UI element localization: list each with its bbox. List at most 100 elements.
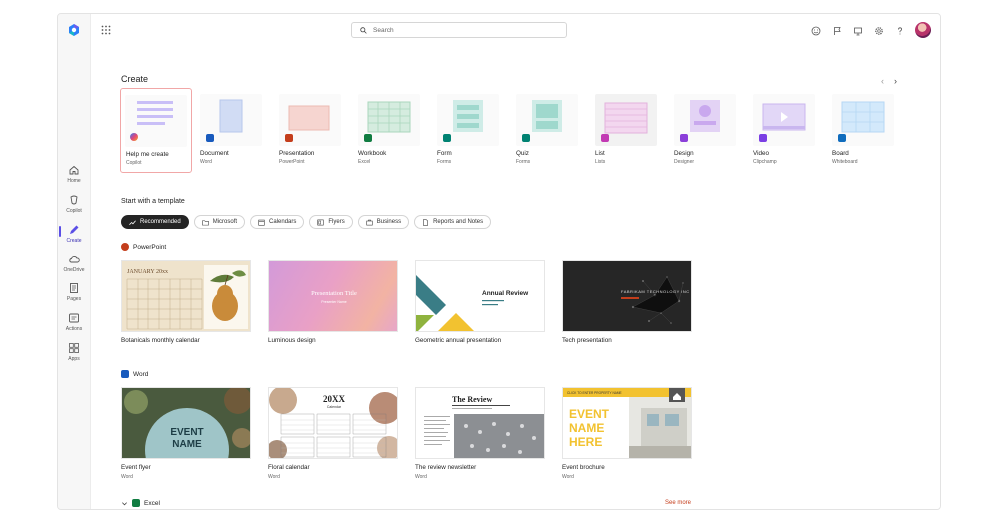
tile-name: Design bbox=[674, 150, 694, 157]
tile-presentation[interactable]: Presentation PowerPoint bbox=[279, 88, 349, 172]
tile-quiz[interactable]: Quiz Forms bbox=[516, 88, 586, 172]
filter-flyers[interactable]: Flyers bbox=[309, 215, 353, 229]
template-thumb: FABRIKAM TECHNOLOGY INC bbox=[562, 260, 692, 332]
tile-name: Help me create bbox=[126, 151, 169, 158]
feedback-smile-icon[interactable] bbox=[809, 24, 822, 37]
chevron-right-icon[interactable]: › bbox=[894, 76, 897, 86]
search-icon bbox=[360, 26, 367, 34]
flag-icon[interactable] bbox=[830, 24, 843, 37]
template-sub: Word bbox=[268, 474, 280, 480]
tile-name: Form bbox=[437, 150, 452, 157]
designer-icon bbox=[680, 134, 688, 142]
chip-label: Business bbox=[376, 219, 402, 225]
chip-label: Microsoft bbox=[212, 219, 238, 225]
app-window: Home Copilot Create OneDrive Pages Actio… bbox=[57, 13, 941, 510]
chevron-left-icon[interactable]: ‹ bbox=[881, 76, 884, 86]
group-label: Word bbox=[133, 370, 149, 378]
create-heading: Create bbox=[121, 74, 149, 84]
tile-form[interactable]: Form Forms bbox=[437, 88, 507, 172]
rail-item-copilot[interactable]: Copilot bbox=[58, 194, 90, 222]
rail-item-home[interactable]: Home bbox=[58, 164, 90, 192]
filter-microsoft[interactable]: Microsoft bbox=[193, 215, 246, 229]
template-sub: Word bbox=[121, 474, 133, 480]
template-thumb: The Review bbox=[415, 387, 545, 459]
briefcase-icon bbox=[366, 219, 373, 225]
template-filters: Recommended Microsoft Calendars Flyers B… bbox=[121, 215, 492, 229]
svg-text:Annual Review: Annual Review bbox=[482, 290, 529, 297]
search-box[interactable] bbox=[351, 22, 567, 38]
folder-icon bbox=[201, 219, 209, 225]
chip-label: Flyers bbox=[328, 219, 345, 225]
tile-design[interactable]: Design Designer bbox=[674, 88, 744, 172]
apps-icon bbox=[69, 343, 79, 353]
rail-item-actions[interactable]: Actions bbox=[58, 312, 90, 340]
filter-reports-notes[interactable]: Reports and Notes bbox=[414, 215, 492, 229]
m365-logo-icon[interactable] bbox=[67, 23, 81, 37]
chip-label: Reports and Notes bbox=[433, 219, 484, 225]
app-launcher-icon[interactable] bbox=[101, 25, 111, 35]
template-name: Event brochure bbox=[562, 464, 605, 471]
whiteboard-icon bbox=[838, 134, 846, 142]
template-geometric-annual[interactable]: Annual Review Geometric annual presentat… bbox=[415, 260, 545, 350]
tile-video[interactable]: Video Clipchamp bbox=[753, 88, 823, 172]
template-luminous-design[interactable]: Presentation Title Presenter Name Lumino… bbox=[268, 260, 398, 350]
template-name: Botanicals monthly calendar bbox=[121, 337, 200, 344]
rail-item-apps[interactable]: Apps bbox=[58, 342, 90, 370]
template-review-newsletter[interactable]: The Review The review newsletter Word bbox=[415, 387, 545, 480]
cloud-icon bbox=[69, 256, 80, 263]
tile-sub: Copilot bbox=[126, 160, 142, 166]
template-sub: Word bbox=[415, 474, 427, 480]
rail-label: Create bbox=[66, 238, 82, 244]
filter-calendars[interactable]: Calendars bbox=[250, 215, 305, 229]
group-excel[interactable]: Excel bbox=[121, 499, 160, 507]
excel-icon bbox=[132, 499, 140, 507]
template-thumb: 20XX Calendar bbox=[268, 387, 398, 459]
template-botanicals-calendar[interactable]: JANUARY 20xx Botanicals monthly calendar bbox=[121, 260, 251, 350]
tile-help-me-create[interactable]: Help me create Copilot bbox=[120, 88, 192, 173]
powerpoint-icon bbox=[121, 243, 129, 251]
templates-heading: Start with a template bbox=[121, 198, 185, 205]
template-event-brochure[interactable]: CLICK TO ENTER PROPERTY NAME EVENT NAME … bbox=[562, 387, 692, 480]
rail-label: Actions bbox=[65, 326, 83, 332]
tile-sub: Lists bbox=[595, 159, 606, 165]
flyer-icon bbox=[317, 219, 324, 225]
carousel-arrows: ‹ › bbox=[881, 76, 897, 86]
search-input[interactable] bbox=[373, 26, 553, 34]
see-more-link[interactable]: See more bbox=[665, 500, 691, 506]
rail-item-create[interactable]: Create bbox=[58, 224, 90, 252]
filter-business[interactable]: Business bbox=[357, 215, 410, 229]
template-tech-presentation[interactable]: FABRIKAM TECHNOLOGY INC Tech presentatio… bbox=[562, 260, 692, 350]
template-event-flyer[interactable]: EVENT NAME Event flyer Word bbox=[121, 387, 251, 480]
tile-name: Board bbox=[832, 150, 849, 157]
tile-name: Presentation bbox=[279, 150, 315, 157]
help-icon[interactable] bbox=[893, 24, 906, 37]
svg-text:Presenter Name: Presenter Name bbox=[321, 300, 347, 304]
rail-item-pages[interactable]: Pages bbox=[58, 282, 90, 310]
present-icon[interactable] bbox=[851, 24, 864, 37]
chevron-down-icon bbox=[122, 501, 127, 505]
home-icon bbox=[69, 165, 79, 175]
template-floral-calendar[interactable]: 20XX Calendar Floral calendar Word bbox=[268, 387, 398, 480]
template-name: Event flyer bbox=[121, 464, 151, 471]
user-avatar[interactable] bbox=[915, 22, 931, 38]
group-label: Excel bbox=[144, 499, 160, 507]
rail-item-onedrive[interactable]: OneDrive bbox=[58, 253, 90, 281]
tile-name: List bbox=[595, 150, 605, 157]
settings-gear-icon[interactable] bbox=[872, 24, 885, 37]
forms-icon bbox=[443, 134, 451, 142]
template-name: Geometric annual presentation bbox=[415, 337, 502, 344]
main-content: Create ‹ › Help me create Copilot Docume… bbox=[90, 14, 940, 509]
filter-recommended[interactable]: Recommended bbox=[121, 215, 189, 229]
clipchamp-icon bbox=[759, 134, 767, 142]
word-icon bbox=[121, 370, 129, 378]
tile-workbook[interactable]: Workbook Excel bbox=[358, 88, 428, 172]
tile-sub: Clipchamp bbox=[753, 159, 777, 165]
tile-document[interactable]: Document Word bbox=[200, 88, 270, 172]
tile-list[interactable]: List Lists bbox=[595, 88, 665, 172]
tile-name: Workbook bbox=[358, 150, 387, 157]
template-thumb: Presentation Title Presenter Name bbox=[268, 260, 398, 332]
tile-sub: Whiteboard bbox=[832, 159, 858, 165]
actions-icon bbox=[69, 313, 79, 323]
tile-board[interactable]: Board Whiteboard bbox=[832, 88, 902, 172]
tile-sub: Forms bbox=[437, 159, 452, 165]
